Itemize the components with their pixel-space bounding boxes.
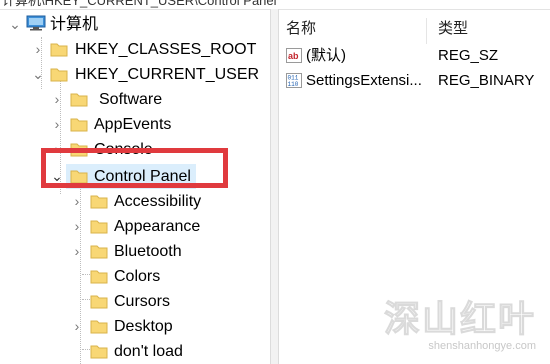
- chevron-right-icon[interactable]: ›: [30, 37, 46, 62]
- tree-item-appearance[interactable]: › Appearance: [0, 214, 260, 239]
- tree-item-dont-load[interactable]: don't load: [0, 339, 260, 364]
- tree-item-label: Cursors: [114, 293, 171, 310]
- tree-item-hkey-current-user[interactable]: ⌄ HKEY_CURRENT_USER: [0, 62, 260, 87]
- watermark-title: 深山红叶: [383, 299, 536, 341]
- value-name: SettingsExtensi...: [306, 72, 422, 89]
- tree-item-colors[interactable]: Colors: [0, 264, 260, 289]
- svg-text:110: 110: [288, 81, 299, 88]
- folder-icon: [50, 43, 68, 57]
- tree-item-label: Desktop: [114, 318, 173, 335]
- tree-item-hkey-classes-root[interactable]: › HKEY_CLASSES_ROOT: [0, 37, 260, 62]
- tree-item-label: Appearance: [114, 218, 201, 235]
- list-item[interactable]: ab (默认) REG_SZ: [278, 43, 550, 68]
- tree-item-bluetooth[interactable]: › Bluetooth: [0, 239, 260, 264]
- tree-item-label: HKEY_CLASSES_ROOT: [75, 41, 257, 58]
- tree-item-appevents[interactable]: › AppEvents: [0, 112, 260, 137]
- tree-item-label: 计算机: [50, 16, 99, 33]
- address-path: 计算机\HKEY_CURRENT_USER\Control Panel: [2, 0, 277, 8]
- folder-icon: [90, 220, 108, 234]
- folder-icon: [90, 295, 108, 309]
- tree-item-desktop[interactable]: › Desktop: [0, 314, 260, 339]
- chevron-right-icon[interactable]: ›: [69, 189, 85, 214]
- folder-icon: [90, 320, 108, 334]
- tree-item-label: HKEY_CURRENT_USER: [75, 66, 260, 83]
- value-type: REG_BINARY: [438, 72, 535, 89]
- chevron-right-icon[interactable]: ›: [69, 214, 85, 239]
- tree-item-label: Accessibility: [114, 193, 202, 210]
- tree-item-label: Colors: [114, 268, 161, 285]
- chevron-right-icon[interactable]: ›: [69, 314, 85, 339]
- list-item[interactable]: 011 110 SettingsExtensi... REG_BINARY: [278, 68, 550, 93]
- chevron-down-icon[interactable]: ⌄: [30, 62, 46, 87]
- folder-icon: [90, 245, 108, 259]
- chevron-down-icon[interactable]: ⌄: [7, 12, 23, 37]
- folder-icon: [90, 270, 108, 284]
- folder-icon: [50, 68, 68, 82]
- binary-value-icon: 011 110: [286, 73, 302, 88]
- registry-tree[interactable]: ⌄ 计算机 › HKEY_CLASSES_ROOT ⌄ HKEY_CURRENT…: [0, 9, 270, 364]
- tree-item-computer[interactable]: ⌄ 计算机: [0, 12, 260, 37]
- chevron-right-icon[interactable]: ›: [69, 239, 85, 264]
- svg-text:ab: ab: [288, 51, 299, 61]
- value-name: (默认): [306, 47, 346, 64]
- folder-icon: [90, 195, 108, 209]
- chevron-right-icon[interactable]: ›: [49, 87, 65, 112]
- tree-item-software[interactable]: › Software: [0, 87, 260, 112]
- folder-icon: [70, 93, 88, 107]
- chevron-right-icon[interactable]: ›: [49, 112, 65, 137]
- folder-icon: [90, 345, 108, 359]
- computer-icon: [26, 15, 46, 31]
- tree-item-label: AppEvents: [94, 116, 172, 133]
- value-type: REG_SZ: [438, 47, 499, 64]
- highlight-annotation-box: [41, 148, 228, 188]
- string-value-icon: ab: [286, 48, 302, 63]
- column-header-name[interactable]: 名称: [286, 17, 316, 38]
- column-divider[interactable]: [426, 18, 427, 44]
- tree-item-cursors[interactable]: Cursors: [0, 289, 260, 314]
- tree-item-accessibility[interactable]: › Accessibility: [0, 189, 260, 214]
- tree-item-label: don't load: [114, 343, 183, 360]
- tree-item-label: Software: [99, 91, 163, 108]
- watermark: 深山红叶 shenshanhongye.com: [383, 290, 536, 353]
- column-header-type[interactable]: 类型: [438, 17, 468, 38]
- folder-icon: [70, 118, 88, 132]
- tree-item-label: Bluetooth: [114, 243, 182, 260]
